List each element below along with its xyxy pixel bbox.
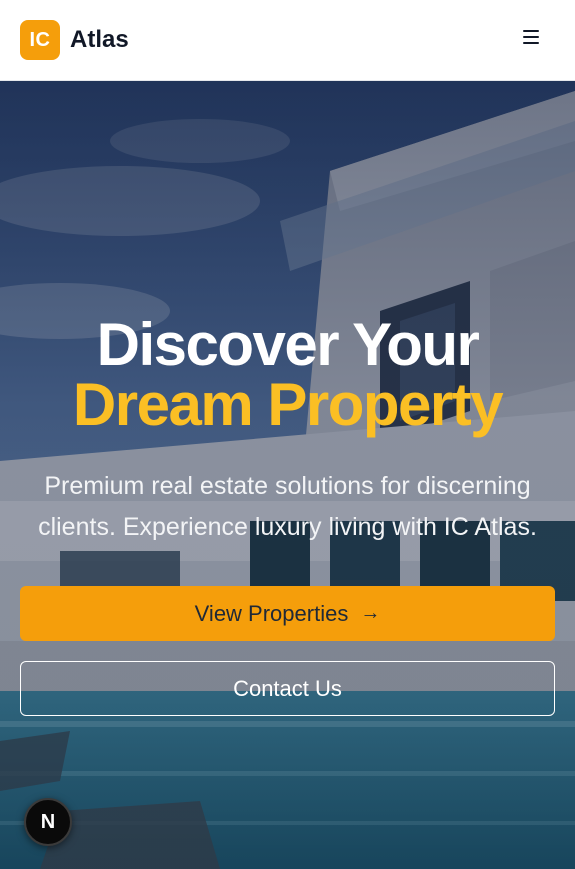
site-header: IC Atlas <box>0 0 575 81</box>
nextjs-logo-icon[interactable]: N <box>24 798 72 846</box>
view-properties-button[interactable]: View Properties → <box>20 586 555 641</box>
logo-badge[interactable]: IC <box>20 20 60 60</box>
hero-subtitle-line1: Premium real estate solutions for discer… <box>44 472 531 500</box>
hero-headline-line2: Dream Property <box>72 371 504 438</box>
hero-section: Discover Your Dream Property Premium rea… <box>0 81 575 869</box>
hero-headline-line1: Discover Your <box>96 311 480 378</box>
arrow-right-icon: → <box>360 602 381 624</box>
hamburger-menu-icon[interactable] <box>523 30 539 50</box>
brand-name[interactable]: Atlas <box>70 26 129 54</box>
contact-us-button[interactable]: Contact Us <box>20 661 555 716</box>
contact-us-label: Contact Us <box>233 675 342 701</box>
view-properties-label: View Properties <box>194 600 349 626</box>
hero-subtitle-line2: clients. Experience luxury living with I… <box>38 513 537 541</box>
